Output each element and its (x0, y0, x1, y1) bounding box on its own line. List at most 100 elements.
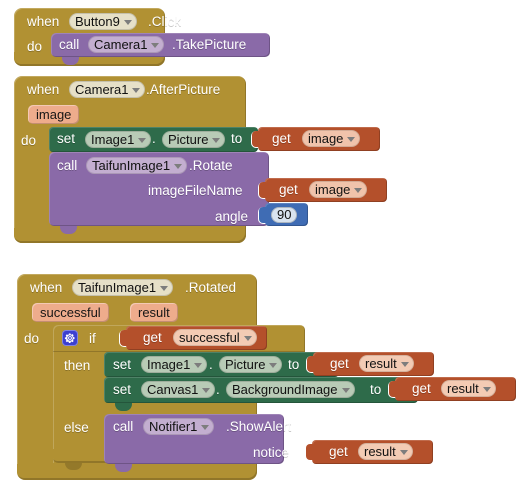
property-dropdown-backgroundimage[interactable]: BackgroundImage (226, 381, 355, 398)
property-dot: . (216, 382, 220, 397)
value-plug (252, 131, 259, 147)
chevron-down-icon (399, 449, 408, 455)
component-dropdown-taifunimage1-label: TaifunImage1 (92, 158, 171, 173)
event-parameter-successful[interactable]: successful (32, 303, 109, 322)
component-dropdown-camera1[interactable]: Camera1 (69, 81, 146, 98)
variable-dropdown-image-label: image (308, 131, 344, 146)
component-dropdown-notifier1-label: Notifier1 (149, 419, 198, 434)
get-label: get (330, 356, 349, 371)
component-dropdown-taifunimage1[interactable]: TaifunImage1 (86, 157, 188, 174)
variable-dropdown-image-label: image (315, 182, 351, 197)
variable-dropdown-result[interactable]: result (358, 443, 413, 460)
number-field[interactable]: 90 (271, 207, 298, 223)
component-dropdown-camera1-label: Camera1 (75, 82, 129, 97)
property-dot: . (209, 357, 213, 372)
chevron-down-icon (341, 387, 350, 393)
component-dropdown-image1[interactable]: Image1 (85, 131, 152, 148)
variable-dropdown-result-label: result (365, 356, 397, 371)
method-name-label: .TakePicture (172, 37, 247, 52)
variable-dropdown-result-label: result (364, 444, 396, 459)
when-label: when (27, 14, 60, 29)
call-label: call (113, 419, 134, 434)
component-dropdown-button9-label: Button9 (75, 14, 120, 29)
event-name-label: .Rotated (185, 280, 237, 295)
variable-dropdown-result[interactable]: result (359, 355, 414, 372)
event-name-label: .AfterPicture (146, 82, 221, 97)
variable-dropdown-successful-label: successful (179, 330, 240, 345)
get-label: get (329, 444, 348, 459)
to-label: to (370, 382, 382, 397)
get-label: get (143, 330, 162, 345)
component-dropdown-taifunimage1-label: TaifunImage1 (78, 280, 157, 295)
chevron-down-icon (482, 386, 491, 392)
variable-dropdown-successful[interactable]: successful (173, 329, 257, 346)
call-label: call (57, 158, 78, 173)
component-dropdown-camera1-label: Camera1 (94, 37, 148, 52)
chevron-down-icon (201, 424, 210, 430)
value-plug (306, 444, 313, 460)
if-label: if (89, 331, 96, 346)
chevron-down-icon (400, 361, 409, 367)
chevron-down-icon (354, 187, 363, 193)
get-label: get (412, 381, 431, 396)
property-dropdown-picture[interactable]: Picture (162, 131, 226, 148)
property-dropdown-picture[interactable]: Picture (219, 356, 283, 373)
set-label: set (113, 357, 132, 372)
variable-dropdown-image[interactable]: image (309, 181, 368, 198)
chevron-down-icon (151, 42, 160, 48)
chevron-down-icon (243, 335, 252, 341)
do-label: do (24, 331, 40, 346)
do-label: do (21, 133, 37, 148)
call-label: call (59, 37, 80, 52)
gear-icon[interactable] (62, 330, 78, 346)
event-parameter-result[interactable]: result (130, 303, 178, 322)
component-dropdown-button9[interactable]: Button9 (69, 13, 137, 30)
chevron-down-icon (132, 87, 141, 93)
component-dropdown-image1-label: Image1 (91, 132, 135, 147)
component-dropdown-image1[interactable]: Image1 (141, 356, 208, 373)
component-dropdown-canvas1[interactable]: Canvas1 (141, 381, 216, 398)
blocks-workspace[interactable]: when Button9 .Click do call Camera1 .Tak… (0, 0, 531, 500)
chevron-down-icon (212, 137, 221, 143)
to-label: to (231, 131, 243, 146)
component-dropdown-notifier1[interactable]: Notifier1 (143, 418, 215, 435)
chevron-down-icon (174, 163, 183, 169)
component-dropdown-image1-label: Image1 (147, 357, 191, 372)
argument-label-notice: notice (253, 445, 290, 460)
when-label: when (27, 82, 60, 97)
get-label: get (272, 131, 291, 146)
event-name-label: .Click (148, 14, 181, 29)
event-block-camera1-afterpicture-foot (14, 228, 246, 243)
chevron-down-icon (269, 362, 278, 368)
variable-dropdown-result-label: result (447, 381, 479, 396)
value-plug (389, 381, 396, 397)
value-plug (120, 330, 127, 346)
set-label: set (113, 382, 132, 397)
property-dropdown-picture-label: Picture (168, 132, 209, 147)
chevron-down-icon (138, 137, 147, 143)
chevron-down-icon (160, 285, 169, 291)
property-dropdown-picture-label: Picture (225, 357, 266, 372)
component-dropdown-taifunimage1[interactable]: TaifunImage1 (72, 279, 174, 296)
component-dropdown-canvas1-label: Canvas1 (147, 382, 199, 397)
when-label: when (30, 280, 63, 295)
set-label: set (57, 131, 76, 146)
component-dropdown-camera1[interactable]: Camera1 (88, 36, 165, 53)
get-label: get (279, 182, 298, 197)
variable-dropdown-result[interactable]: result (441, 380, 496, 397)
value-plug (259, 207, 266, 223)
do-label: do (27, 39, 43, 54)
method-name-label: .Rotate (189, 158, 233, 173)
value-plug (259, 182, 266, 198)
then-label: then (64, 358, 91, 373)
to-label: to (288, 357, 300, 372)
argument-label-angle: angle (215, 209, 249, 224)
chevron-down-icon (202, 387, 211, 393)
chevron-down-icon (123, 19, 132, 25)
variable-dropdown-image[interactable]: image (302, 130, 361, 147)
chevron-down-icon (347, 136, 356, 142)
event-block-taifunimage1-rotated-foot (17, 464, 257, 480)
method-name-label: .ShowAlert (226, 419, 292, 434)
else-label: else (64, 420, 89, 435)
event-parameter-image[interactable]: image (28, 105, 80, 124)
